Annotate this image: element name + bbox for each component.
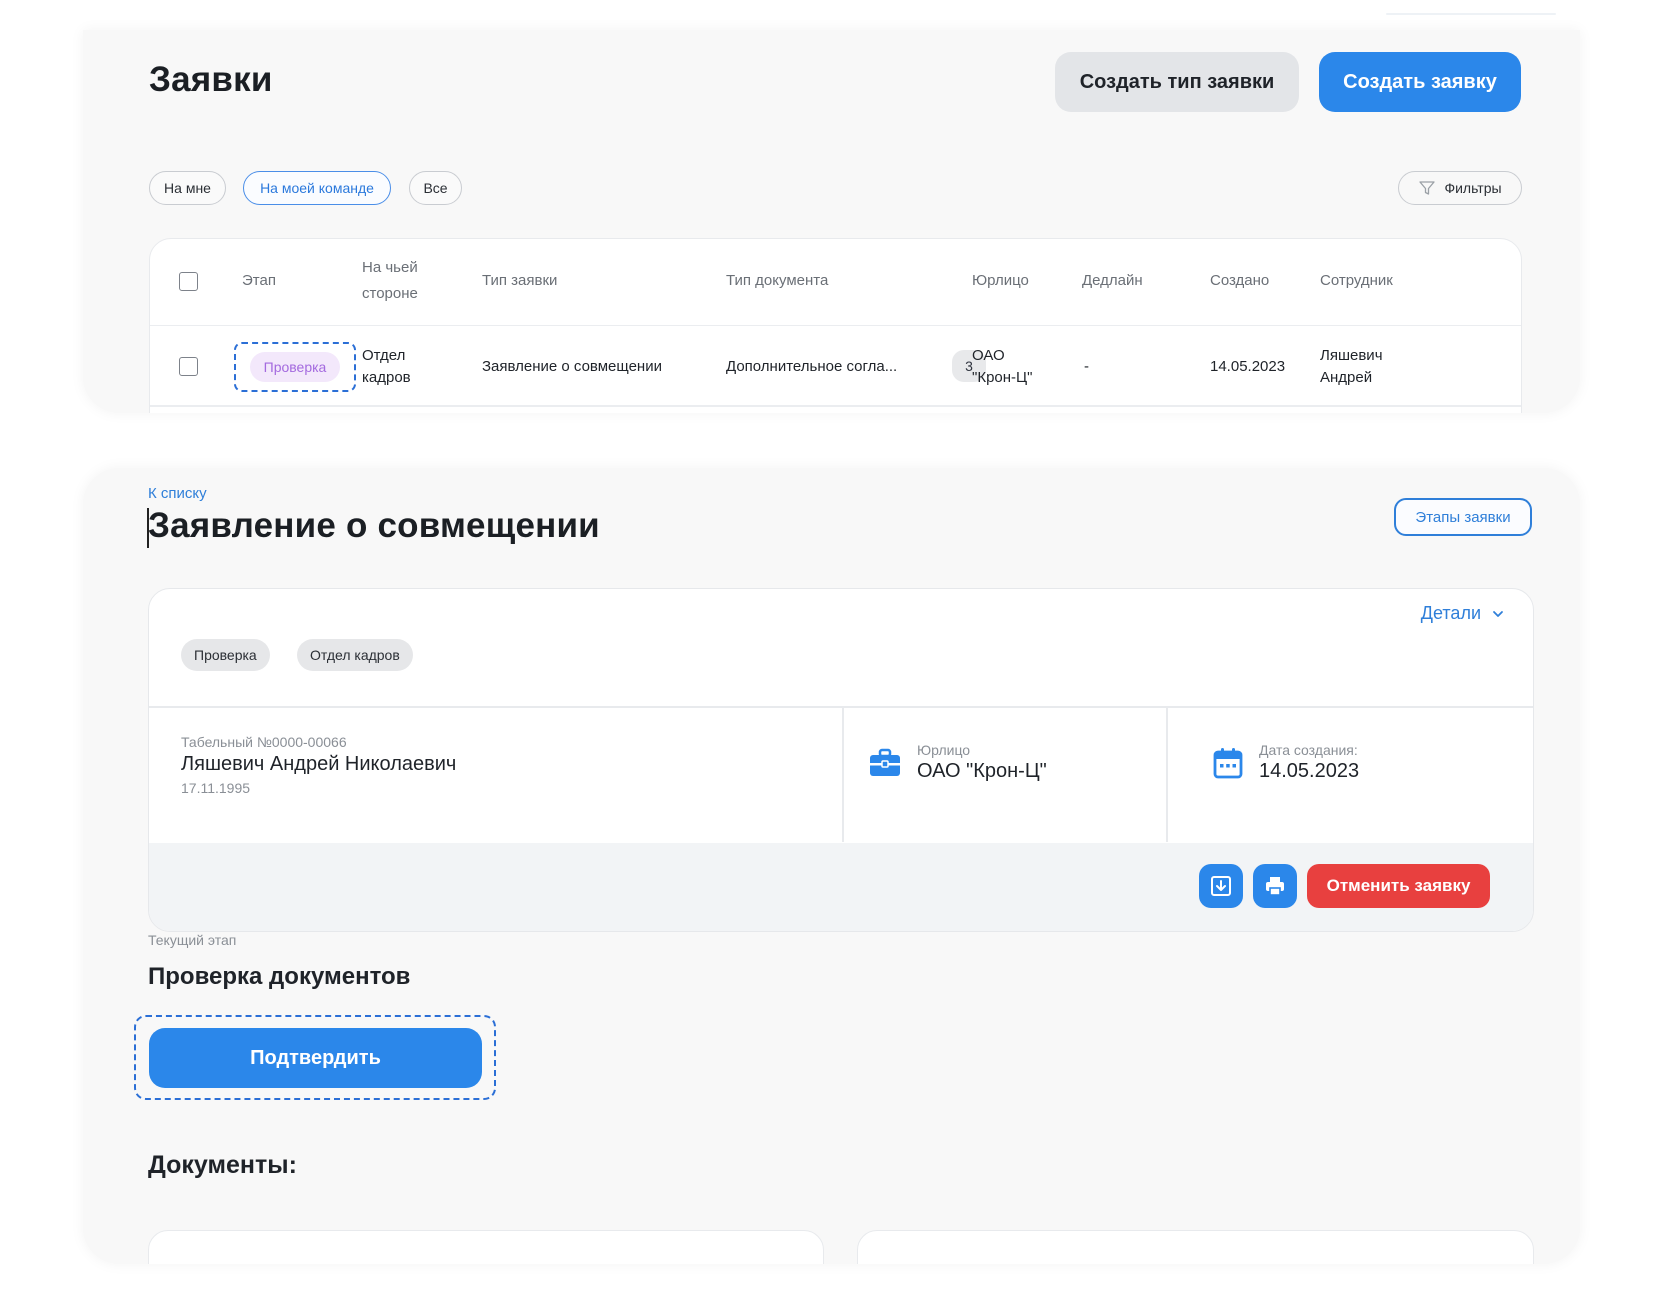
- creation-date-label: Дата создания:: [1259, 742, 1358, 758]
- legal-entity-label: Юрлицо: [917, 742, 971, 758]
- row-deadline: -: [1084, 358, 1089, 375]
- column-request-type[interactable]: Тип заявки: [482, 268, 557, 294]
- personnel-number: Табельный №0000-00066: [181, 734, 347, 750]
- row-legal-entity-line2: "Крон-Ц": [972, 369, 1033, 386]
- creation-date-value: 14.05.2023: [1259, 760, 1360, 782]
- row-employee: Ляшевич Андрей: [1320, 345, 1383, 389]
- calendar-icon: [1213, 747, 1243, 778]
- row-document-type: Дополнительное согла...: [726, 358, 898, 375]
- create-request-type-button[interactable]: Создать тип заявки: [1055, 52, 1299, 112]
- employee-birth-date: 17.11.1995: [181, 780, 251, 796]
- documents-heading: Документы:: [148, 1151, 297, 1179]
- tab-all[interactable]: Все: [409, 171, 462, 205]
- column-document-type[interactable]: Тип документа: [726, 268, 828, 294]
- confirm-button[interactable]: Подтвердить: [149, 1028, 482, 1088]
- row-side: Отдел кадров: [362, 345, 411, 389]
- tab-on-me[interactable]: На мне: [149, 171, 226, 205]
- filters-label: Фильтры: [1444, 180, 1502, 196]
- row-checkbox[interactable]: [179, 357, 198, 376]
- requests-list-panel: Заявки Создать тип заявки Создать заявку…: [83, 30, 1580, 413]
- top-divider: [1386, 13, 1556, 15]
- document-card[interactable]: [148, 1230, 824, 1264]
- row-side-line1: Отдел: [362, 347, 406, 364]
- current-stage-label: Текущий этап: [148, 932, 237, 948]
- row-employee-line2: Андрей: [1320, 369, 1373, 386]
- current-stage-name: Проверка документов: [148, 963, 411, 990]
- select-all-checkbox[interactable]: [179, 272, 198, 291]
- row-legal-entity-line1: ОАО: [972, 347, 1005, 364]
- row-created: 14.05.2023: [1210, 358, 1286, 375]
- column-created[interactable]: Создано: [1210, 268, 1269, 294]
- cancel-request-button[interactable]: Отменить заявку: [1307, 864, 1490, 908]
- request-detail-panel: К списку Заявление о совмещении Этапы за…: [83, 468, 1580, 1264]
- column-side[interactable]: На чьей стороне: [362, 255, 418, 307]
- briefcase-icon: [870, 748, 900, 776]
- details-toggle[interactable]: Детали: [1421, 603, 1505, 624]
- row-divider: [150, 405, 1521, 407]
- download-button[interactable]: [1199, 864, 1243, 908]
- column-legal-entity[interactable]: Юрлицо: [972, 268, 1029, 294]
- tab-on-my-team[interactable]: На моей команде: [243, 171, 391, 205]
- document-card[interactable]: [857, 1230, 1534, 1264]
- request-title: Заявление о совмещении: [148, 506, 600, 545]
- print-button[interactable]: [1253, 864, 1297, 908]
- request-card: Детали Проверка Отдел кадров Табельный №…: [148, 588, 1534, 932]
- row-request-type: Заявление о совмещении: [482, 358, 662, 375]
- legal-entity-value: ОАО "Крон-Ц": [917, 760, 1047, 782]
- row-legal-entity: ОАО "Крон-Ц": [972, 345, 1032, 389]
- table-header: Этап На чьей стороне Тип заявки Тип доку…: [150, 239, 1521, 326]
- requests-table: Этап На чьей стороне Тип заявки Тип доку…: [149, 238, 1522, 413]
- download-icon: [1211, 876, 1231, 896]
- filters-button[interactable]: Фильтры: [1398, 171, 1522, 205]
- card-divider: [149, 706, 1533, 708]
- creation-date-info: Дата создания: 14.05.2023: [1213, 742, 1359, 783]
- card-actions-bar: Отменить заявку: [149, 843, 1533, 931]
- row-side-line2: кадров: [362, 369, 411, 386]
- column-deadline[interactable]: Дедлайн: [1082, 268, 1143, 294]
- card-divider-vertical: [1166, 707, 1168, 842]
- employee-info: Табельный №0000-00066 Ляшевич Андрей Ник…: [181, 734, 456, 796]
- column-side-line2: стороне: [362, 285, 418, 302]
- stage-tag-hr: Отдел кадров: [297, 639, 413, 671]
- row-employee-line1: Ляшевич: [1320, 347, 1383, 364]
- employee-full-name: Ляшевич Андрей Николаевич: [181, 753, 457, 775]
- filter-funnel-icon: [1419, 181, 1436, 195]
- column-stage[interactable]: Этап: [242, 268, 276, 294]
- legal-entity-info: Юрлицо ОАО "Крон-Ц": [869, 742, 1047, 783]
- stage-tag-highlight: Проверка: [234, 342, 356, 392]
- create-request-button[interactable]: Создать заявку: [1319, 52, 1521, 112]
- column-side-line1: На чьей: [362, 259, 418, 276]
- card-divider-vertical: [842, 707, 844, 842]
- chevron-down-icon: [1493, 610, 1503, 617]
- stage-tag-check: Проверка: [181, 639, 270, 671]
- details-label: Детали: [1420, 603, 1481, 623]
- confirm-button-highlight: Подтвердить: [134, 1015, 496, 1100]
- stage-tag[interactable]: Проверка: [249, 352, 341, 382]
- request-stages-button[interactable]: Этапы заявки: [1394, 498, 1532, 536]
- printer-icon: [1266, 877, 1284, 896]
- column-employee[interactable]: Сотрудник: [1320, 268, 1393, 294]
- page-title: Заявки: [149, 60, 273, 99]
- back-to-list-link[interactable]: К списку: [148, 485, 207, 502]
